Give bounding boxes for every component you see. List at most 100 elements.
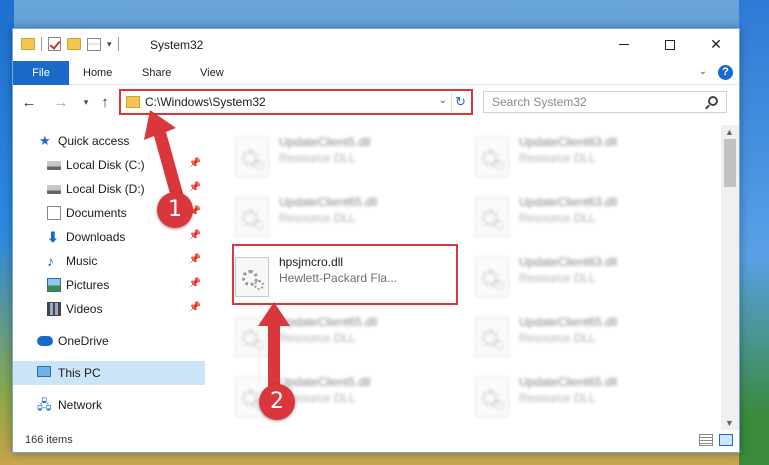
separator bbox=[41, 37, 42, 51]
star-icon: ★ bbox=[39, 133, 51, 148]
file-type: Resource DLL bbox=[279, 211, 356, 225]
music-icon: ♪ bbox=[47, 253, 54, 269]
file-item[interactable]: UpdateClient5.dll Resource DLL bbox=[229, 129, 461, 187]
minimize-button[interactable] bbox=[601, 29, 647, 60]
separator bbox=[117, 37, 119, 51]
up-button[interactable]: ↑ bbox=[95, 92, 115, 112]
expand-ribbon-chevron-icon[interactable]: ⌄ bbox=[699, 66, 707, 77]
dll-file-icon bbox=[475, 377, 509, 417]
sidebar-item-videos[interactable]: Videos 📌 bbox=[13, 297, 205, 321]
window-title: System32 bbox=[150, 38, 204, 52]
network-icon: 🖧 bbox=[37, 397, 52, 412]
computer-icon bbox=[37, 366, 51, 377]
pin-icon[interactable]: 📌 bbox=[189, 302, 201, 313]
tab-view[interactable]: View bbox=[200, 61, 224, 85]
desktop-wallpaper-right bbox=[739, 0, 769, 465]
file-item[interactable]: UpdateClient63.dll Resource DLL bbox=[469, 129, 701, 187]
help-icon[interactable]: ? bbox=[718, 65, 733, 80]
folder-icon bbox=[126, 96, 140, 108]
sidebar-item-label: Downloads bbox=[66, 230, 126, 244]
sidebar-item-pictures[interactable]: Pictures 📌 bbox=[13, 273, 205, 297]
navigation-bar: ← → ▾ ↑ C:\Windows\System32 ⌄ ↻ Search S… bbox=[13, 86, 739, 120]
recent-locations-dropdown-icon[interactable]: ▾ bbox=[76, 92, 96, 112]
disk-icon bbox=[47, 161, 61, 170]
properties-icon[interactable] bbox=[87, 37, 101, 51]
pin-icon[interactable]: 📌 bbox=[189, 230, 201, 241]
dll-file-icon bbox=[235, 197, 269, 237]
sidebar-item-label: Documents bbox=[66, 206, 127, 220]
search-icon[interactable] bbox=[708, 96, 718, 106]
file-name: UpdateClient65.dll bbox=[519, 375, 618, 389]
back-button[interactable]: ← bbox=[19, 92, 39, 112]
sidebar-item-label: OneDrive bbox=[58, 334, 109, 348]
file-name: UpdateClient65.dll bbox=[519, 315, 618, 329]
dll-file-icon bbox=[475, 197, 509, 237]
new-folder-icon[interactable] bbox=[67, 38, 81, 50]
status-bar: 166 items bbox=[13, 430, 739, 452]
large-icons-view-icon[interactable] bbox=[719, 434, 733, 446]
sidebar-item-network[interactable]: 🖧 Network bbox=[13, 393, 205, 417]
sidebar-item-label: Videos bbox=[66, 302, 103, 316]
dll-file-icon bbox=[235, 137, 269, 177]
sidebar-item-downloads[interactable]: ⬇ Downloads 📌 bbox=[13, 225, 205, 249]
document-icon bbox=[47, 206, 61, 220]
pin-icon[interactable]: 📌 bbox=[189, 278, 201, 289]
file-type: Resource DLL bbox=[519, 391, 596, 405]
tab-file[interactable]: File bbox=[13, 61, 69, 85]
scrollbar-thumb[interactable] bbox=[724, 139, 736, 187]
pin-icon[interactable]: 📌 bbox=[189, 254, 201, 265]
ribbon: File Home Share View ⌄ ? bbox=[13, 61, 739, 85]
search-box[interactable]: Search System32 bbox=[483, 91, 727, 113]
refresh-icon[interactable]: ↻ bbox=[451, 92, 469, 112]
item-count: 166 items bbox=[25, 434, 73, 446]
file-item[interactable]: UpdateClient63.dll Resource DLL bbox=[469, 249, 701, 307]
file-name: UpdateClient65.dll bbox=[279, 195, 378, 209]
sidebar-item-label: Quick access bbox=[58, 134, 130, 148]
dll-file-icon bbox=[475, 257, 509, 297]
sidebar-item-label: This PC bbox=[58, 366, 101, 380]
file-item[interactable]: UpdateClient63.dll Resource DLL bbox=[469, 189, 701, 247]
step-badge-1: 1 bbox=[157, 192, 193, 228]
file-type: Resource DLL bbox=[519, 211, 596, 225]
customize-toolbar-dropdown-icon[interactable]: ▾ bbox=[107, 39, 112, 50]
forward-button[interactable]: → bbox=[51, 92, 71, 112]
minimize-icon bbox=[619, 44, 629, 45]
maximize-button[interactable] bbox=[647, 29, 693, 60]
details-view-icon[interactable] bbox=[699, 434, 713, 446]
close-button[interactable]: ✕ bbox=[693, 29, 739, 60]
address-path[interactable]: C:\Windows\System32 bbox=[145, 95, 266, 109]
dll-file-icon bbox=[475, 137, 509, 177]
title-bar: ▾ System32 ✕ bbox=[13, 29, 739, 61]
close-icon: ✕ bbox=[710, 36, 722, 52]
arrow-2-icon bbox=[258, 302, 290, 386]
properties-check-icon[interactable] bbox=[48, 37, 61, 51]
dll-file-icon bbox=[475, 317, 509, 357]
file-item[interactable]: UpdateClient65.dll Resource DLL bbox=[229, 189, 461, 247]
file-explorer-window: ▾ System32 ✕ File Home Share View ⌄ ? ← … bbox=[12, 28, 740, 453]
pictures-icon bbox=[47, 278, 61, 292]
file-item[interactable]: UpdateClient65.dll Resource DLL bbox=[469, 369, 701, 427]
disk-icon bbox=[47, 185, 61, 194]
download-icon: ⬇ bbox=[47, 229, 59, 245]
vertical-scrollbar[interactable]: ▲ ▼ bbox=[721, 125, 739, 430]
file-name: UpdateClient63.dll bbox=[519, 255, 618, 269]
file-name: UpdateClient63.dll bbox=[519, 195, 618, 209]
address-dropdown-icon[interactable]: ⌄ bbox=[439, 95, 447, 106]
tab-share[interactable]: Share bbox=[142, 61, 171, 85]
search-input[interactable]: Search System32 bbox=[492, 95, 587, 109]
sidebar-item-label: Pictures bbox=[66, 278, 110, 292]
sidebar-item-music[interactable]: ♪ Music 📌 bbox=[13, 249, 205, 273]
scroll-up-icon[interactable]: ▲ bbox=[725, 127, 734, 137]
highlight-box-target-file bbox=[232, 244, 458, 305]
file-type: Resource DLL bbox=[519, 271, 596, 285]
tab-home[interactable]: Home bbox=[83, 61, 112, 85]
sidebar-item-this-pc[interactable]: This PC bbox=[13, 361, 205, 385]
step-badge-2: 2 bbox=[259, 384, 295, 420]
folder-icon bbox=[21, 38, 35, 50]
sidebar-item-label: Local Disk (D:) bbox=[66, 182, 145, 196]
sidebar-item-label: Network bbox=[58, 398, 103, 412]
file-name: UpdateClient5.dll bbox=[279, 135, 371, 149]
sidebar-item-onedrive[interactable]: OneDrive bbox=[13, 329, 205, 353]
file-item[interactable]: UpdateClient65.dll Resource DLL bbox=[469, 309, 701, 367]
scroll-down-icon[interactable]: ▼ bbox=[725, 418, 734, 428]
